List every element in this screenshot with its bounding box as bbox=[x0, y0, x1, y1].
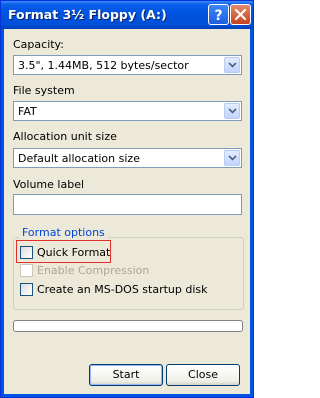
dropdown-arrow-button[interactable] bbox=[224, 57, 240, 73]
enable-compression-label: Enable Compression bbox=[37, 264, 150, 277]
chevron-down-icon bbox=[228, 108, 237, 114]
chevron-down-icon bbox=[228, 62, 237, 68]
title-bar[interactable]: Format 3½ Floppy (A:) ? bbox=[1, 1, 253, 29]
close-button[interactable]: Close bbox=[166, 364, 240, 386]
file-system-dropdown[interactable]: FAT bbox=[13, 101, 242, 121]
dialog-body: Capacity: 3.5", 1.44MB, 512 bytes/sector… bbox=[4, 29, 250, 394]
allocation-label: Allocation unit size bbox=[13, 130, 117, 143]
help-button[interactable]: ? bbox=[208, 4, 229, 25]
close-window-button[interactable] bbox=[230, 4, 251, 25]
file-system-value: FAT bbox=[18, 105, 37, 118]
close-icon bbox=[234, 8, 247, 21]
file-system-label: File system bbox=[13, 84, 75, 97]
checkbox-box[interactable] bbox=[20, 283, 33, 296]
allocation-value: Default allocation size bbox=[18, 152, 140, 165]
svg-text:?: ? bbox=[214, 8, 222, 24]
allocation-dropdown[interactable]: Default allocation size bbox=[13, 148, 242, 168]
quick-format-highlight bbox=[16, 240, 111, 263]
question-mark-icon: ? bbox=[214, 8, 222, 24]
window-title: Format 3½ Floppy (A:) bbox=[8, 7, 167, 22]
capacity-label: Capacity: bbox=[13, 38, 64, 51]
volume-label-input[interactable] bbox=[13, 194, 242, 215]
capacity-value: 3.5", 1.44MB, 512 bytes/sector bbox=[18, 59, 189, 72]
format-progress-bar bbox=[13, 320, 243, 332]
checkbox-box bbox=[20, 264, 33, 277]
start-button[interactable]: Start bbox=[89, 364, 163, 386]
dropdown-arrow-button[interactable] bbox=[224, 103, 240, 119]
format-options-title: Format options bbox=[19, 226, 108, 239]
format-dialog: Format 3½ Floppy (A:) ? Capacity: 3.5", … bbox=[0, 0, 254, 398]
dropdown-arrow-button[interactable] bbox=[224, 150, 240, 166]
volume-label-label: Volume label bbox=[13, 178, 85, 191]
capacity-dropdown[interactable]: 3.5", 1.44MB, 512 bytes/sector bbox=[13, 55, 242, 75]
msdos-startup-label[interactable]: Create an MS-DOS startup disk bbox=[37, 283, 208, 296]
chevron-down-icon bbox=[228, 155, 237, 161]
